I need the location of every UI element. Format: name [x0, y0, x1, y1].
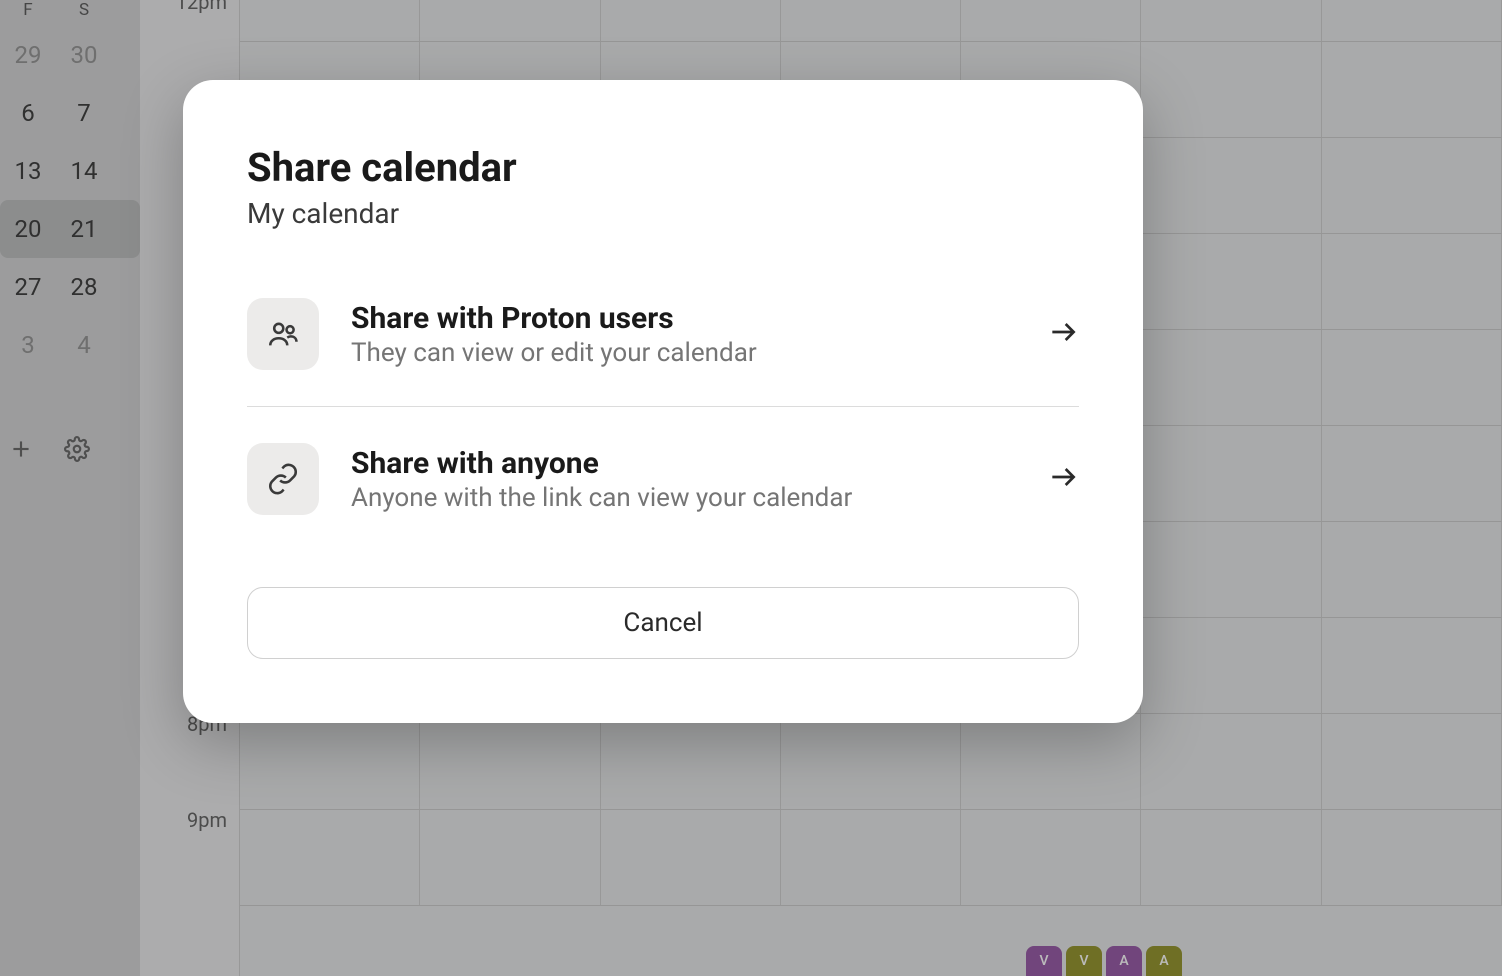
share-anyone-option[interactable]: Share with anyone Anyone with the link c… — [247, 423, 1079, 535]
modal-title: Share calendar — [247, 144, 1079, 191]
option-title: Share with Proton users — [351, 301, 1015, 336]
option-desc: Anyone with the link can view your calen… — [351, 483, 1015, 513]
divider — [247, 406, 1079, 407]
option-title: Share with anyone — [351, 446, 1015, 481]
cancel-button[interactable]: Cancel — [247, 587, 1079, 659]
users-icon — [247, 298, 319, 370]
share-calendar-modal: Share calendar My calendar Share with Pr… — [183, 80, 1143, 723]
arrow-right-icon — [1047, 316, 1079, 352]
option-desc: They can view or edit your calendar — [351, 338, 1015, 368]
modal-subtitle: My calendar — [247, 197, 1079, 230]
link-icon — [247, 443, 319, 515]
share-proton-users-option[interactable]: Share with Proton users They can view or… — [247, 278, 1079, 390]
arrow-right-icon — [1047, 461, 1079, 497]
